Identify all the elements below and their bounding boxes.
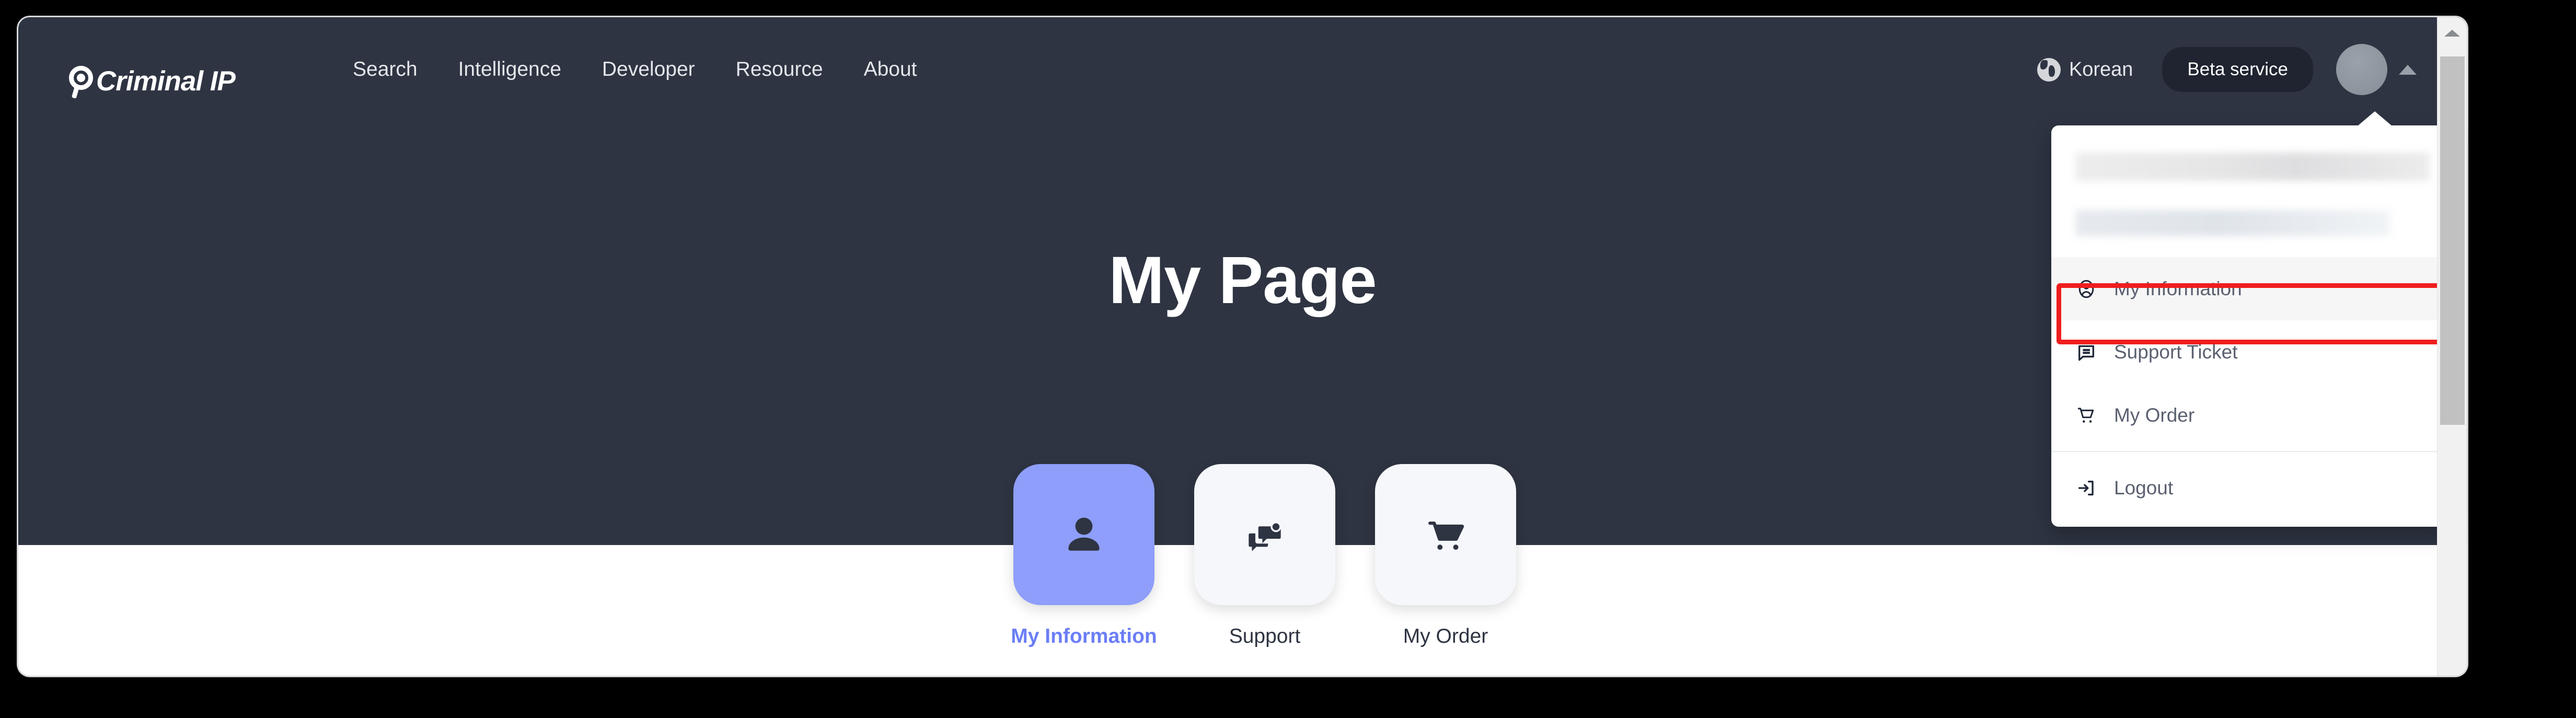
site-header: Criminal IP Search Intelligence Develope… (18, 17, 2467, 122)
nav-item-resource[interactable]: Resource (736, 58, 823, 81)
brand-wordmark: Criminal IP (96, 65, 236, 97)
menu-item-my-order[interactable]: My Order (2051, 384, 2454, 447)
vertical-scrollbar[interactable] (2437, 17, 2467, 676)
globe-icon (2037, 57, 2061, 82)
tile-support-box (1194, 464, 1335, 605)
tile-my-order[interactable]: My Order (1375, 464, 1516, 648)
tile-support-label: Support (1229, 625, 1301, 647)
beta-service-button[interactable]: Beta service (2162, 47, 2313, 92)
tile-my-order-label: My Order (1403, 625, 1488, 647)
nav-item-about[interactable]: About (864, 58, 917, 81)
dropdown-user-info (2051, 125, 2454, 257)
tile-my-information-label: My Information (1011, 625, 1157, 647)
account-circle-icon (2078, 280, 2094, 298)
tile-my-information-box (1013, 464, 1154, 605)
language-selector[interactable]: Korean (2037, 57, 2133, 82)
main-nav: Search Intelligence Developer Resource A… (353, 17, 917, 122)
dropdown-pointer (2358, 111, 2392, 126)
menu-item-my-order-label: My Order (2114, 404, 2195, 426)
scroll-up-arrow-icon[interactable] (2444, 30, 2460, 37)
masked-user-name (2075, 210, 2391, 236)
menu-item-my-information[interactable]: My Information (2051, 257, 2454, 320)
tile-my-order-box (1375, 464, 1516, 605)
shopping-cart-icon (1428, 522, 1464, 550)
cart-icon (2077, 407, 2094, 423)
menu-item-support-ticket-label: Support Ticket (2114, 341, 2238, 363)
dropdown-divider (2051, 451, 2454, 452)
menu-item-logout[interactable]: Logout (2051, 456, 2454, 519)
header-actions: Korean Beta service (2037, 17, 2417, 122)
logout-icon (2078, 480, 2094, 495)
forum-icon (1249, 521, 1281, 551)
tile-my-information[interactable]: My Information (1011, 464, 1157, 648)
menu-item-support-ticket[interactable]: Support Ticket (2051, 320, 2454, 384)
language-label: Korean (2069, 58, 2133, 80)
menu-item-my-information-label: My Information (2114, 277, 2242, 299)
brand-logo[interactable]: Criminal IP (68, 65, 236, 99)
person-icon (1068, 517, 1100, 551)
message-icon (2078, 345, 2094, 361)
nav-item-developer[interactable]: Developer (602, 58, 695, 81)
caret-up-icon[interactable] (2399, 64, 2417, 75)
account-dropdown-menu: My Information Support Ticket My Order L… (2051, 111, 2454, 527)
tile-support[interactable]: Support (1194, 464, 1335, 648)
scroll-thumb[interactable] (2440, 56, 2465, 425)
nav-item-search[interactable]: Search (353, 58, 418, 81)
nav-item-intelligence[interactable]: Intelligence (458, 58, 561, 81)
masked-user-email (2075, 153, 2430, 181)
magnifier-logo-icon (68, 66, 98, 99)
menu-item-logout-label: Logout (2114, 477, 2174, 499)
avatar[interactable] (2336, 44, 2387, 95)
